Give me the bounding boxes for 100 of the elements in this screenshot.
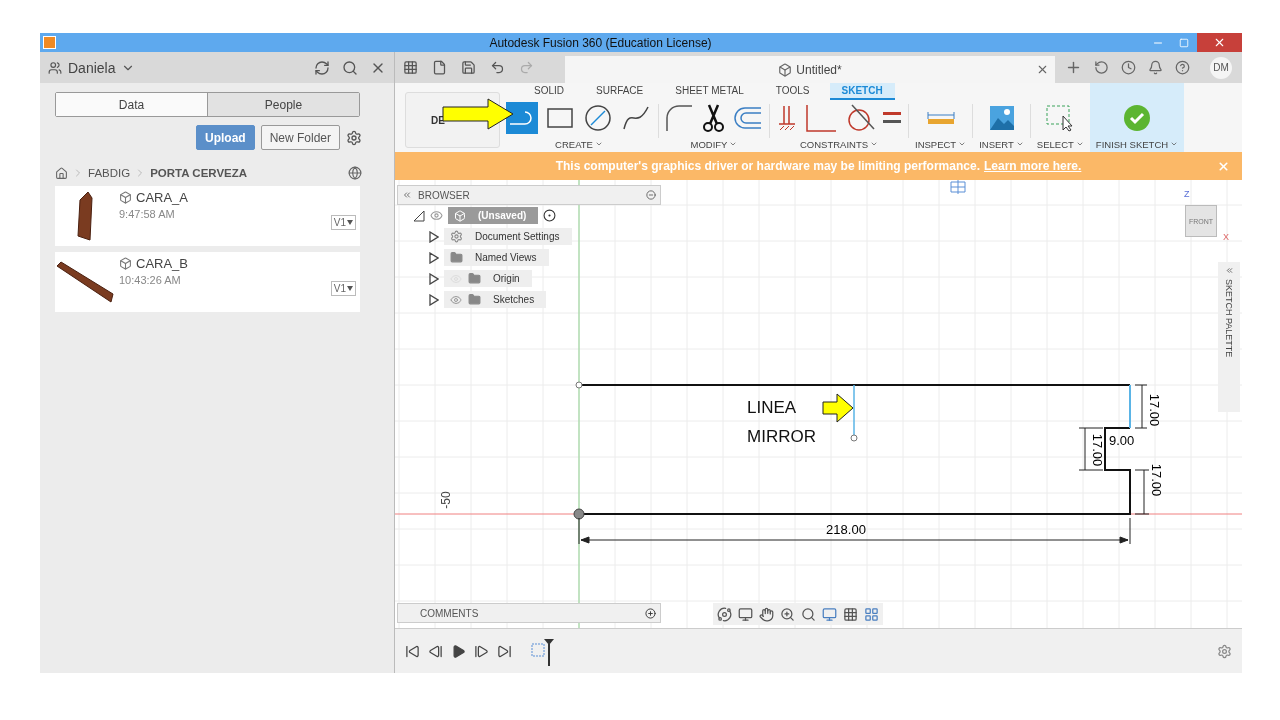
viewports-icon[interactable]	[864, 606, 879, 622]
refresh-icon[interactable]	[314, 59, 330, 76]
fillet-icon[interactable]	[665, 104, 693, 132]
circle-icon	[584, 104, 612, 132]
tool-group-menu[interactable]: MODIFY	[690, 136, 738, 152]
look-at-icon[interactable]	[738, 606, 753, 622]
home-icon[interactable]	[55, 166, 68, 180]
tool-group-menu[interactable]: CREATE	[555, 136, 603, 152]
close-tab-icon[interactable]	[1036, 63, 1049, 76]
notification-icon[interactable]	[1148, 60, 1163, 75]
display-settings-icon[interactable]	[822, 606, 837, 622]
folder-icon	[468, 293, 481, 306]
user-avatar[interactable]: DM	[1210, 56, 1232, 79]
expand-triangle-icon[interactable]	[429, 293, 439, 306]
user-name[interactable]: Daniela	[68, 59, 116, 76]
minimize-icon[interactable]	[646, 190, 656, 200]
grid-icon[interactable]	[843, 606, 858, 622]
tree-node[interactable]: Sketches	[444, 291, 547, 308]
version-dropdown[interactable]: V1	[330, 281, 356, 296]
browser-header[interactable]: BROWSER	[397, 185, 661, 205]
add-comment-icon[interactable]	[645, 607, 656, 619]
version-dropdown[interactable]: V1	[330, 215, 356, 230]
file-time: 10:43:26 AM	[119, 274, 182, 286]
search-icon[interactable]	[342, 59, 358, 76]
tool-group-menu[interactable]: INSERT	[979, 136, 1024, 152]
sketch-point	[575, 381, 583, 389]
dimension-value[interactable]: 17.00	[1149, 463, 1164, 497]
save-icon[interactable]	[461, 60, 476, 75]
undo-icon[interactable]	[490, 60, 505, 75]
file-card[interactable]: CARA_B 10:43:26 AM V1	[55, 252, 360, 312]
sketch-line	[1129, 384, 1131, 429]
axis-label: Z	[1184, 189, 1190, 199]
settings-icon[interactable]	[346, 129, 362, 146]
image-icon[interactable]	[988, 105, 1015, 131]
breadcrumb-item[interactable]: PORTA CERVEZA	[150, 167, 248, 179]
tool-group-menu[interactable]: CONSTRAINTS	[799, 136, 879, 152]
settings-icon[interactable]	[1217, 643, 1232, 659]
comments-panel[interactable]: COMMENTS	[397, 603, 661, 623]
expand-triangle-icon[interactable]	[429, 272, 439, 285]
help-icon[interactable]	[1175, 60, 1190, 75]
tree-node[interactable]: Origin	[444, 270, 532, 287]
warning-message: This computer's graphics driver or hardware may be limiting performance.	[555, 159, 980, 173]
dimension-line	[1134, 469, 1150, 515]
tree-node[interactable]: Named Views	[444, 249, 549, 266]
fix-constraint-icon[interactable]	[776, 104, 798, 132]
step-back-icon[interactable]	[428, 643, 443, 659]
tool-group-menu[interactable]: INSPECT	[915, 136, 967, 152]
circle-tool[interactable]	[582, 102, 614, 134]
document-tab[interactable]: Untitled*	[565, 56, 1055, 83]
expand-triangle-icon[interactable]	[429, 251, 439, 264]
timeline-sketch-marker[interactable]	[530, 636, 556, 666]
tree-node[interactable]: Document Settings	[444, 228, 572, 245]
grid-coordinate: -50	[439, 491, 453, 509]
step-forward-icon[interactable]	[474, 643, 489, 659]
clock-icon[interactable]	[1121, 60, 1136, 75]
origin-point	[573, 508, 585, 520]
panel-tab[interactable]: Data	[56, 93, 207, 116]
browser-title: BROWSER	[418, 189, 470, 201]
dimension-value[interactable]: 17.00	[1147, 393, 1162, 427]
breadcrumb-item[interactable]: FABDIG	[88, 167, 131, 179]
line-tool[interactable]	[506, 102, 538, 134]
pan-icon[interactable]	[759, 606, 774, 622]
eye-icon[interactable]	[430, 209, 443, 222]
new-tab-icon[interactable]	[1065, 59, 1082, 76]
check-icon[interactable]	[1123, 104, 1151, 132]
wood-part-thumbnail	[77, 191, 93, 241]
new-folder-button[interactable]: New Folder	[260, 125, 340, 150]
tool-group-menu[interactable]: SELECT	[1036, 136, 1084, 152]
skip-back-icon[interactable]	[405, 643, 420, 659]
ribbon-tab[interactable]: TOOLS	[763, 83, 822, 100]
caret-icon	[729, 140, 738, 148]
orbit-icon[interactable]	[717, 606, 732, 622]
play-icon[interactable]	[451, 643, 466, 659]
file-card[interactable]: CARA_A 9:47:58 AM V1	[55, 186, 360, 246]
perpendicular-icon[interactable]	[804, 103, 838, 133]
expand-triangle-icon[interactable]	[413, 209, 425, 222]
job-status-icon[interactable]	[1094, 60, 1109, 75]
file-name[interactable]: CARA_B	[136, 256, 189, 271]
expand-triangle-icon[interactable]	[429, 230, 439, 243]
caret-icon	[347, 286, 353, 291]
globe-icon[interactable]	[348, 166, 362, 180]
file-icon[interactable]	[432, 60, 447, 75]
zoom-icon[interactable]	[780, 606, 795, 622]
dimension-value[interactable]: 17.00	[1090, 433, 1105, 467]
dimension-value[interactable]: 9.00	[1109, 433, 1135, 448]
skip-forward-icon[interactable]	[497, 643, 512, 659]
file-name[interactable]: CARA_A	[136, 190, 189, 205]
ribbon-tab[interactable]: SOLID	[522, 83, 576, 100]
fit-icon[interactable]	[801, 606, 816, 622]
panel-tab[interactable]: People	[207, 93, 359, 116]
ribbon-tab[interactable]: SHEET METAL	[663, 83, 756, 100]
sketch-palette-tab[interactable]: SKETCH PALETTE	[1218, 262, 1240, 412]
select-icon[interactable]	[1045, 104, 1076, 132]
dimension-value[interactable]: 218.00	[826, 522, 866, 537]
apps-grid-icon[interactable]	[403, 60, 418, 75]
equal-icon[interactable]	[882, 110, 902, 126]
folder-icon	[468, 272, 481, 285]
active-radio-icon[interactable]	[543, 209, 557, 222]
ribbon-tab[interactable]: SURFACE	[584, 83, 656, 100]
offset-icon[interactable]	[733, 106, 763, 130]
